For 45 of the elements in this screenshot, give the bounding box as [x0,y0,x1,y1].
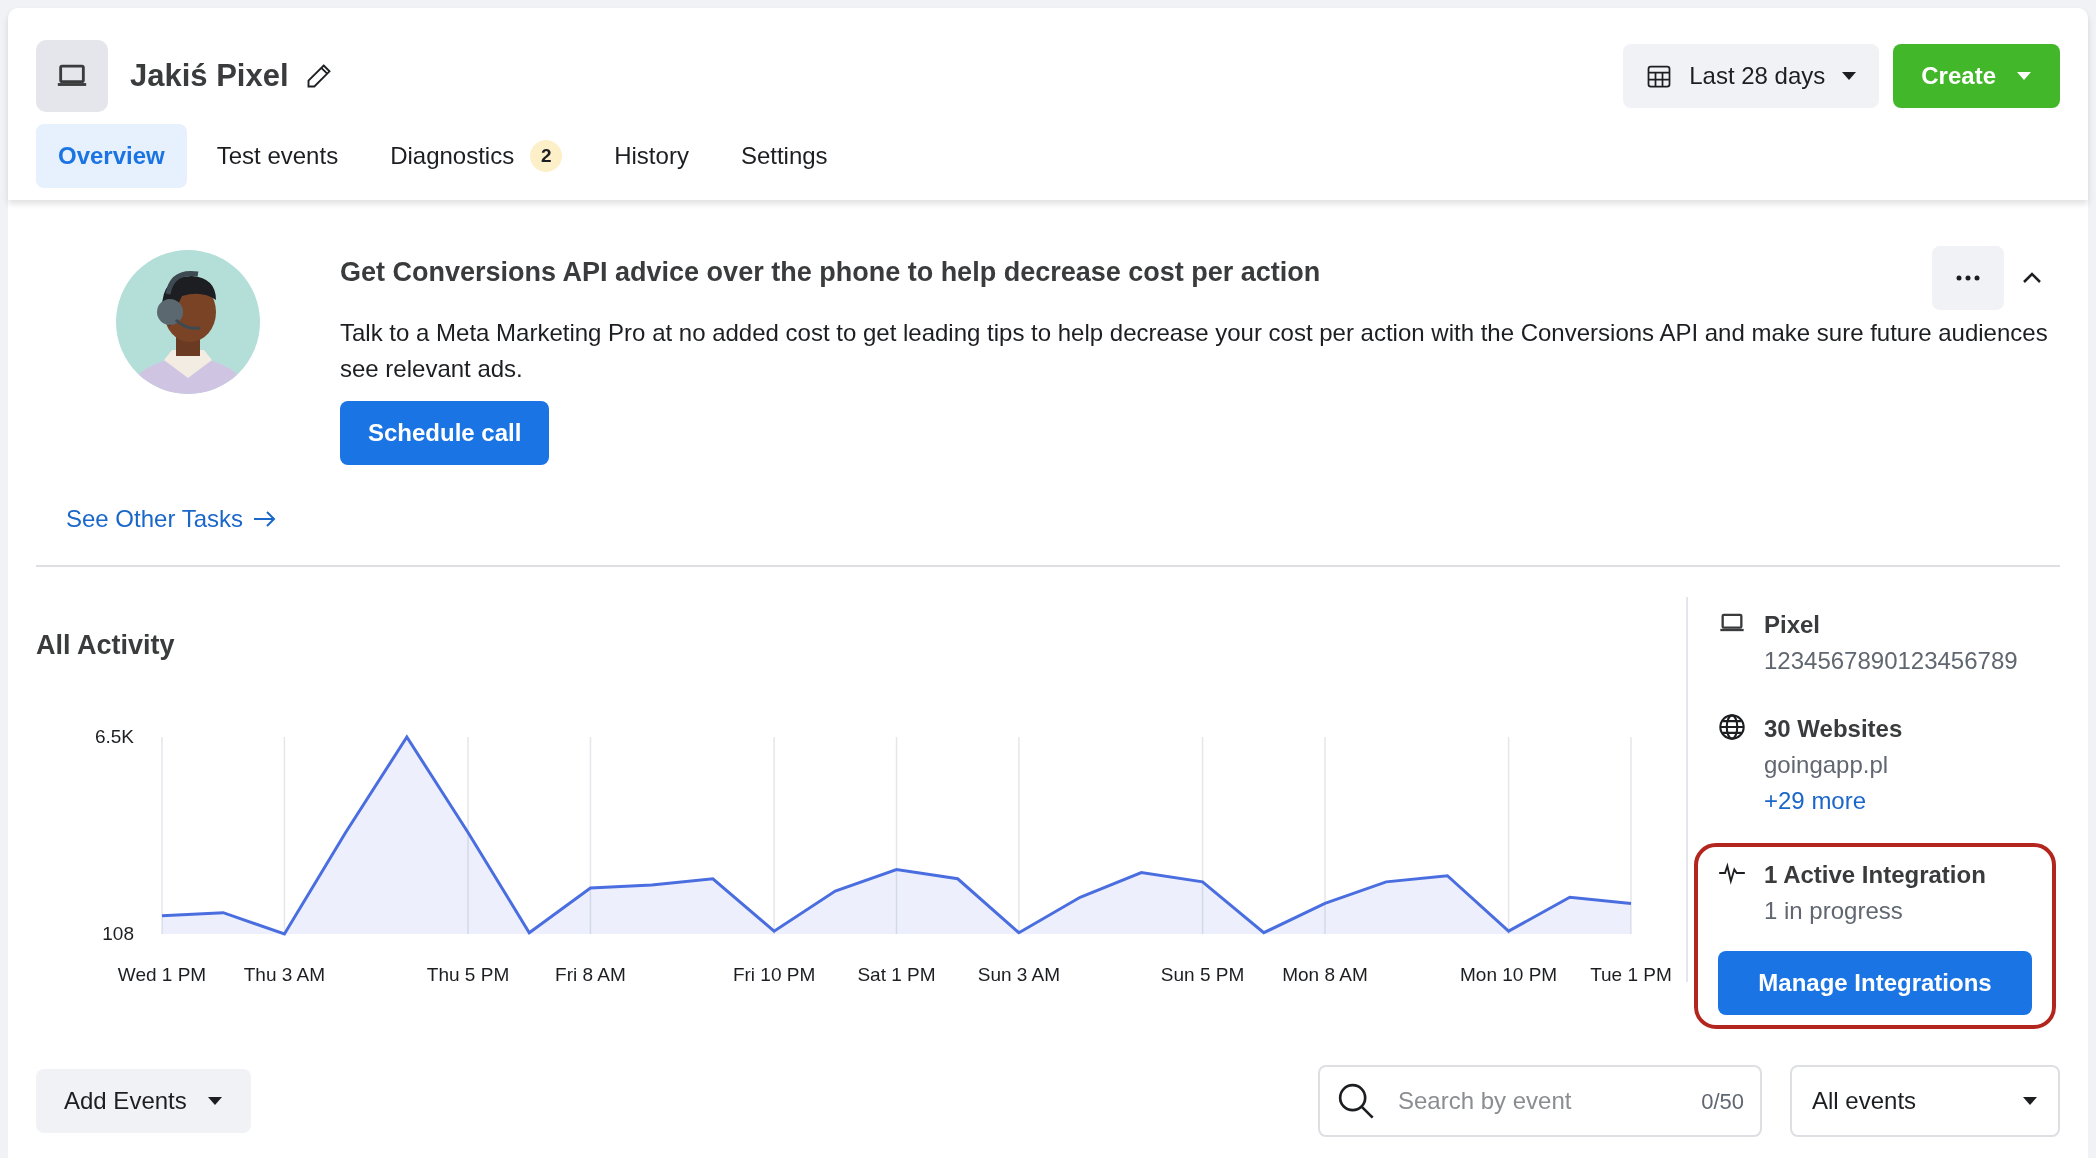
date-range-dropdown[interactable]: Last 28 days [1623,44,1880,108]
caret-icon [1841,71,1858,81]
manage-integrations-button[interactable]: Manage Integrations [1718,950,2032,1015]
info-title: Pixel [1764,609,1822,640]
schedule-call-button[interactable]: Schedule call [340,400,550,465]
tab[interactable]: Settings [718,124,850,188]
more-websites-link[interactable]: +29 more [1764,782,1903,819]
more-icon [1956,275,1980,281]
axis-tick-label: Sun 3 AM [977,964,1061,985]
promo-heading: Get Conversions API advice over the phone to help decrease cost per action [340,256,1322,289]
count-badge: 2 [530,140,563,172]
info-detail: 1234567890123456789 [1764,645,2018,676]
axis-tick-label: Mon 10 PM [1460,964,1558,985]
axis-tick-label: Sat 1 PM [857,964,936,985]
axis-tick-label: 108 [102,923,134,944]
caret-icon [2022,1095,2038,1106]
info-title: 30 Websites [1764,713,1903,744]
caret-icon [206,1095,223,1106]
info-detail: 1 in progress [1764,895,1904,926]
tab[interactable]: Test events [194,124,361,188]
arrow-right-icon [253,509,277,528]
info-detail: goingapp.pl [1764,749,1890,780]
events-filter-dropdown[interactable]: All events [1790,1064,2060,1137]
axis-tick-label: Thu 5 PM [426,964,510,985]
more-options-button[interactable] [1932,246,2004,310]
pixel-title: Jakiś Pixel [130,56,289,95]
character-counter: 0/50 [1701,1087,1744,1116]
axis-tick-label: Mon 8 AM [1282,964,1368,985]
axis-tick-label: Thu 3 AM [243,964,326,985]
add-events-dropdown[interactable]: Add Events [36,1068,251,1133]
axis-tick-label: Fri 8 AM [555,964,626,985]
axis-tick-label: Tue 1 PM [1590,964,1672,985]
axis-tick-label: Fri 10 PM [732,964,816,985]
caret-icon [2016,71,2032,81]
globe-icon [1718,712,1746,741]
info-title: 1 Active Integration [1764,859,1986,890]
axis-tick-label: Sun 5 PM [1160,964,1245,985]
axis-tick-label: Wed 1 PM [117,964,207,985]
promo-text: Talk to a Meta Marketing Pro at no added cost to get leading tips to help decrease your cost per action with the Conversions API and make sure future audiences see relevant ads. [340,317,2049,384]
see-other-tasks-link[interactable]: See Other Tasks [66,500,277,537]
tab[interactable]: Overview [36,124,187,188]
tab[interactable]: Diagnostics 2 [368,124,585,188]
axis-tick-label: 6.5K [94,726,134,747]
tab[interactable]: History [592,124,711,188]
section-title: All Activity [36,628,176,662]
